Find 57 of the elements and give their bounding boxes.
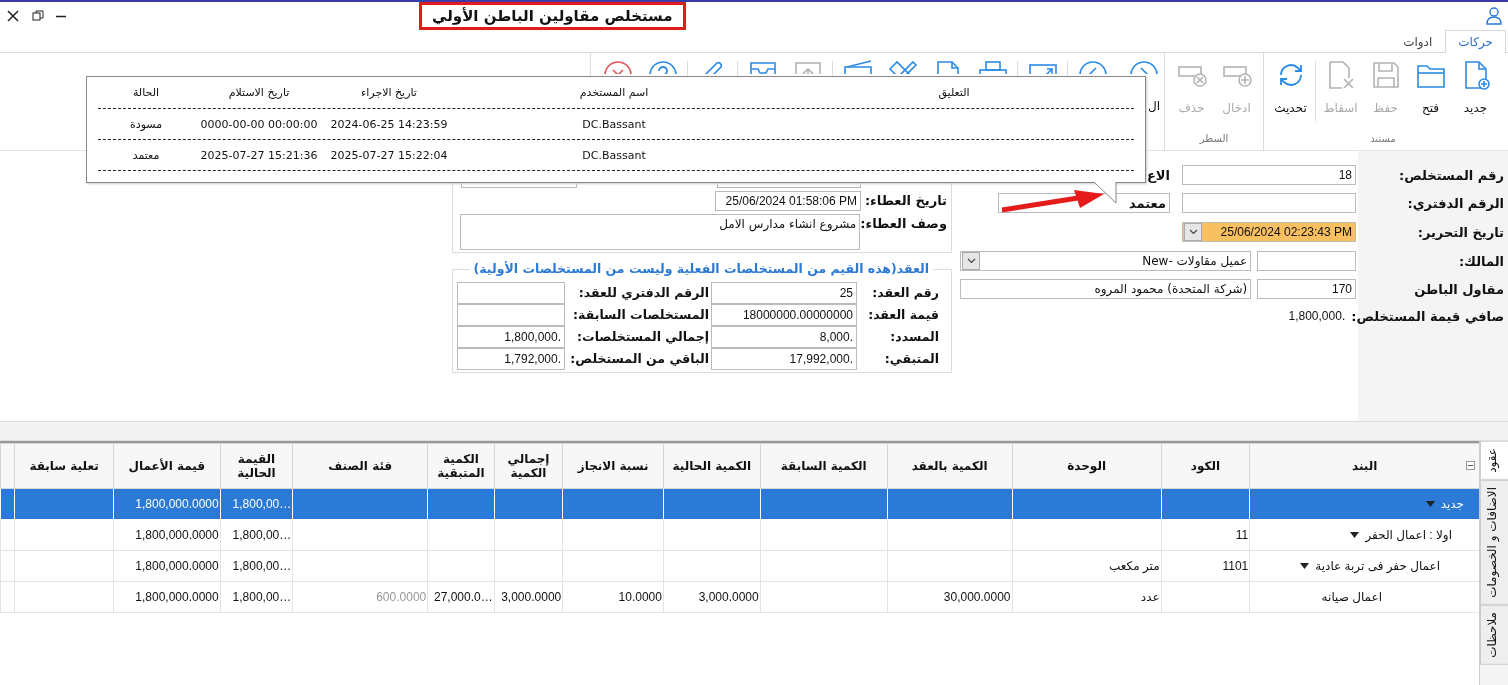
table-cell: 10.0000 [562, 581, 664, 613]
table-cell: 1,800,000.0000 [113, 488, 221, 520]
field-label: رقم المستخلص: [1398, 167, 1505, 183]
field-label: وصف العطاء: [860, 215, 947, 231]
table-cell: 600.0000 [292, 581, 428, 613]
table-cell: 1,800,000.0000 [113, 519, 221, 551]
table-cell: عدد [1012, 581, 1162, 613]
group-caption: مستند [1370, 133, 1396, 144]
field-label: إجمالي المستخلصات: [576, 328, 710, 346]
field-label: المتبقي: [883, 350, 940, 368]
table-cell-text: مسودة [128, 117, 164, 131]
field-label: الرقم الدفتري للعقد: [577, 284, 710, 302]
column-header: التعليق [937, 86, 971, 99]
field-label: مقاول الباطن [1413, 281, 1505, 297]
field-label: قيمة العقد: [867, 306, 940, 324]
table-cell-text: معتمد [131, 148, 161, 162]
field-label: المالك: [1457, 253, 1505, 269]
table-cell-text: 0000-00-00 00:00:00 [199, 117, 319, 131]
net-value: 1,800,000. [1288, 309, 1346, 323]
field-label: المسدد: [889, 328, 940, 346]
group-caption: السطر [1199, 133, 1229, 144]
table-cell: 1,800,00… [220, 519, 293, 551]
tree-item-label: اعمال حفر فى تربة عادية [1315, 559, 1440, 573]
table-cell: 27,000.0… [427, 581, 495, 613]
column-header: اسم المستخدم [578, 86, 650, 99]
field-label: رقم العقد: [871, 284, 940, 302]
group-legend: العقد(هذه القيم من المستخلصات الفعلية وليست من المستخلصات الأولية) [469, 261, 933, 276]
table-cell: 3,000.0000 [494, 581, 563, 613]
tree-item-label: اعمال صيانه [1321, 590, 1382, 604]
table-cell: 1,800,000.0000 [113, 581, 221, 613]
table-cell: 1,800,00… [220, 488, 293, 520]
table-cell-text: 2024-06-25 14:23:59 [329, 117, 449, 131]
tree-item-label: اولا : اعمال الحفر [1365, 528, 1452, 542]
column-header: تاريخ الاستلام [227, 86, 291, 99]
table-cell: 1,800,000.0000 [113, 550, 221, 582]
field-label: المستخلصات السابقة: [572, 306, 710, 324]
tree-item-label: جديد [1440, 497, 1464, 511]
table-cell: 1101 [1161, 550, 1250, 582]
column-header: تاريخ الاجراء [360, 86, 418, 99]
field-label: صافي قيمة المستخلص: [1351, 309, 1505, 324]
table-cell: 11 [1161, 519, 1250, 551]
table-cell: 1,800,00… [220, 550, 293, 582]
column-header: الحالة [131, 86, 161, 99]
field-label: الاع [1146, 167, 1170, 183]
field-label: تاريخ العطاء: [863, 192, 947, 208]
field-label: تاريخ التحرير: [1416, 224, 1505, 240]
table-cell: 3,000.0000 [663, 581, 761, 613]
table-cell: 1,800,00… [220, 581, 293, 613]
window-title: مستخلص مقاولين الباطن الأولي [419, 2, 686, 30]
field-label: الباقي من المستخلص: [569, 350, 710, 368]
field-label: الرقم الدفتري: [1406, 195, 1505, 211]
table-cell: 30,000.0000 [887, 581, 1013, 613]
table-cell: متر مكعب [1012, 550, 1162, 582]
table-cell-text: DC.Bassant [581, 117, 647, 131]
table-cell-text: 2025-07-27 15:21:36 [199, 148, 319, 162]
table-cell-text: DC.Bassant [581, 148, 647, 162]
table-cell-text: 2025-07-27 15:22:04 [329, 148, 449, 162]
